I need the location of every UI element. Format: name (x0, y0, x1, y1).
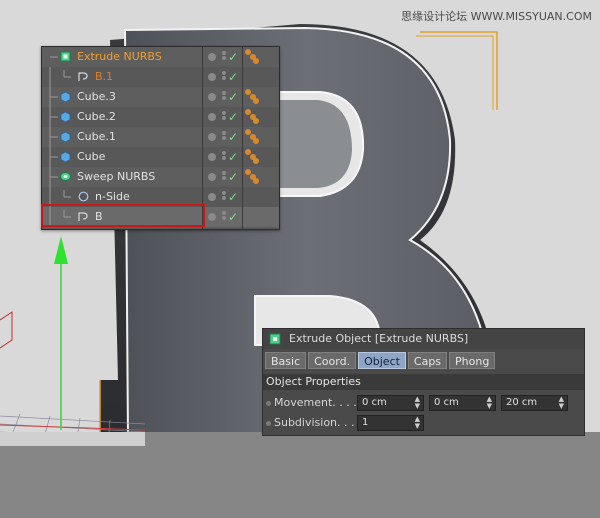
list-item[interactable]: Cube ✓ (42, 147, 279, 167)
spline-icon (78, 72, 88, 81)
subdivision-label: Subdivision. . . (266, 414, 355, 432)
object-name[interactable]: Extrude NURBS (77, 47, 162, 67)
visibility-dots-icon[interactable] (221, 70, 227, 84)
tab-caps[interactable]: Caps (407, 352, 448, 369)
spinner-icon[interactable]: ▲ ▼ (559, 396, 564, 410)
attribute-manager: Extrude Object [Extrude NURBS] Basic Coo… (262, 328, 585, 436)
visibility-dots-icon[interactable] (221, 50, 227, 64)
enabled-check-icon[interactable]: ✓ (228, 149, 238, 165)
spinner-icon[interactable]: ▲ ▼ (415, 396, 420, 410)
visibility-dots-icon[interactable] (221, 190, 227, 204)
watermark-text: 思缘设计论坛 WWW.MISSYUAN.COM (401, 10, 592, 23)
selection-highlight (41, 204, 205, 227)
tab-object[interactable]: Object (358, 352, 406, 369)
layer-dot-icon[interactable] (208, 93, 216, 101)
circle-spline-icon (78, 191, 89, 202)
tab-coord[interactable]: Coord. (308, 352, 357, 369)
layer-dot-icon[interactable] (208, 133, 216, 141)
visibility-dots-icon[interactable] (221, 110, 227, 124)
visibility-dots-icon[interactable] (221, 170, 227, 184)
object-name[interactable]: B.1 (95, 67, 113, 87)
movement-label: Movement. . . . (266, 394, 357, 412)
movement-y-field[interactable]: 0 cm ▲ ▼ (429, 395, 496, 411)
attribute-title: Extrude Object [Extrude NURBS] (289, 332, 469, 345)
attribute-title-bar: Extrude Object [Extrude NURBS] (263, 329, 584, 349)
material-tag-icon[interactable] (245, 169, 261, 185)
material-tag-icon[interactable] (245, 49, 261, 65)
layer-dot-icon[interactable] (208, 213, 216, 221)
enabled-check-icon[interactable]: ✓ (228, 129, 238, 145)
keyframe-dot-icon[interactable] (266, 420, 271, 426)
keyframe-dot-icon[interactable] (266, 400, 271, 406)
list-item[interactable]: Cube.1 ✓ (42, 127, 279, 147)
list-item[interactable]: Extrude NURBS ✓ (42, 47, 279, 67)
tab-basic[interactable]: Basic (265, 352, 307, 369)
list-item[interactable]: Sweep NURBS ✓ (42, 167, 279, 187)
enabled-check-icon[interactable]: ✓ (228, 169, 238, 185)
layer-dot-icon[interactable] (208, 73, 216, 81)
layer-dot-icon[interactable] (208, 173, 216, 181)
movement-row: Movement. . . . 0 cm ▲ ▼ 0 cm ▲ ▼ 20 cm ▲ ▼ (263, 394, 584, 412)
list-item[interactable]: Cube.2 ✓ (42, 107, 279, 127)
layer-dot-icon[interactable] (208, 113, 216, 121)
enabled-check-icon[interactable]: ✓ (228, 209, 238, 225)
sweep-nurbs-icon (60, 172, 71, 181)
object-name[interactable]: Cube.2 (77, 107, 116, 127)
subdivision-field[interactable]: 1 ▲ ▼ (357, 415, 424, 431)
enabled-check-icon[interactable]: ✓ (228, 49, 238, 65)
cube-icon (60, 111, 71, 122)
extrude-nurbs-icon (269, 333, 281, 345)
object-name[interactable]: Sweep NURBS (77, 167, 155, 187)
movement-x-field[interactable]: 0 cm ▲ ▼ (357, 395, 424, 411)
column-divider (202, 47, 203, 229)
material-tag-icon[interactable] (245, 149, 261, 165)
list-item[interactable]: Cube.3 ✓ (42, 87, 279, 107)
visibility-dots-icon[interactable] (221, 130, 227, 144)
layer-dot-icon[interactable] (208, 193, 216, 201)
spinner-icon[interactable]: ▲ ▼ (487, 396, 492, 410)
cube-icon (60, 151, 71, 162)
tree-line (49, 67, 71, 87)
material-tag-icon[interactable] (245, 129, 261, 145)
layer-dot-icon[interactable] (208, 153, 216, 161)
spinner-icon[interactable]: ▲ ▼ (415, 416, 420, 430)
material-tag-icon[interactable] (245, 89, 261, 105)
movement-z-field[interactable]: 20 cm ▲ ▼ (501, 395, 568, 411)
object-name[interactable]: Cube.1 (77, 127, 116, 147)
enabled-check-icon[interactable]: ✓ (228, 89, 238, 105)
column-divider (242, 47, 243, 229)
bottom-panel-notch (0, 432, 145, 446)
section-header: Object Properties (263, 374, 584, 390)
object-manager: Extrude NURBS ✓ B.1 ✓ Cube.3 ✓ Cube.2 ✓ Cube.1 ✓ C… (41, 46, 280, 230)
visibility-dots-icon[interactable] (221, 210, 227, 224)
enabled-check-icon[interactable]: ✓ (228, 69, 238, 85)
material-tag-icon[interactable] (245, 109, 261, 125)
attribute-tabs: Basic Coord. Object Caps Phong (265, 352, 496, 369)
cube-icon (60, 91, 71, 102)
visibility-dots-icon[interactable] (221, 150, 227, 164)
enabled-check-icon[interactable]: ✓ (228, 109, 238, 125)
list-item[interactable]: B.1 ✓ (42, 67, 279, 87)
layer-dot-icon[interactable] (208, 53, 216, 61)
object-name[interactable]: Cube.3 (77, 87, 116, 107)
enabled-check-icon[interactable]: ✓ (228, 189, 238, 205)
subdivision-row: Subdivision. . . 1 ▲ ▼ (263, 414, 584, 432)
visibility-dots-icon[interactable] (221, 90, 227, 104)
tab-phong[interactable]: Phong (449, 352, 496, 369)
extrude-nurbs-icon (60, 51, 71, 62)
object-name[interactable]: Cube (77, 147, 105, 167)
cube-icon (60, 131, 71, 142)
